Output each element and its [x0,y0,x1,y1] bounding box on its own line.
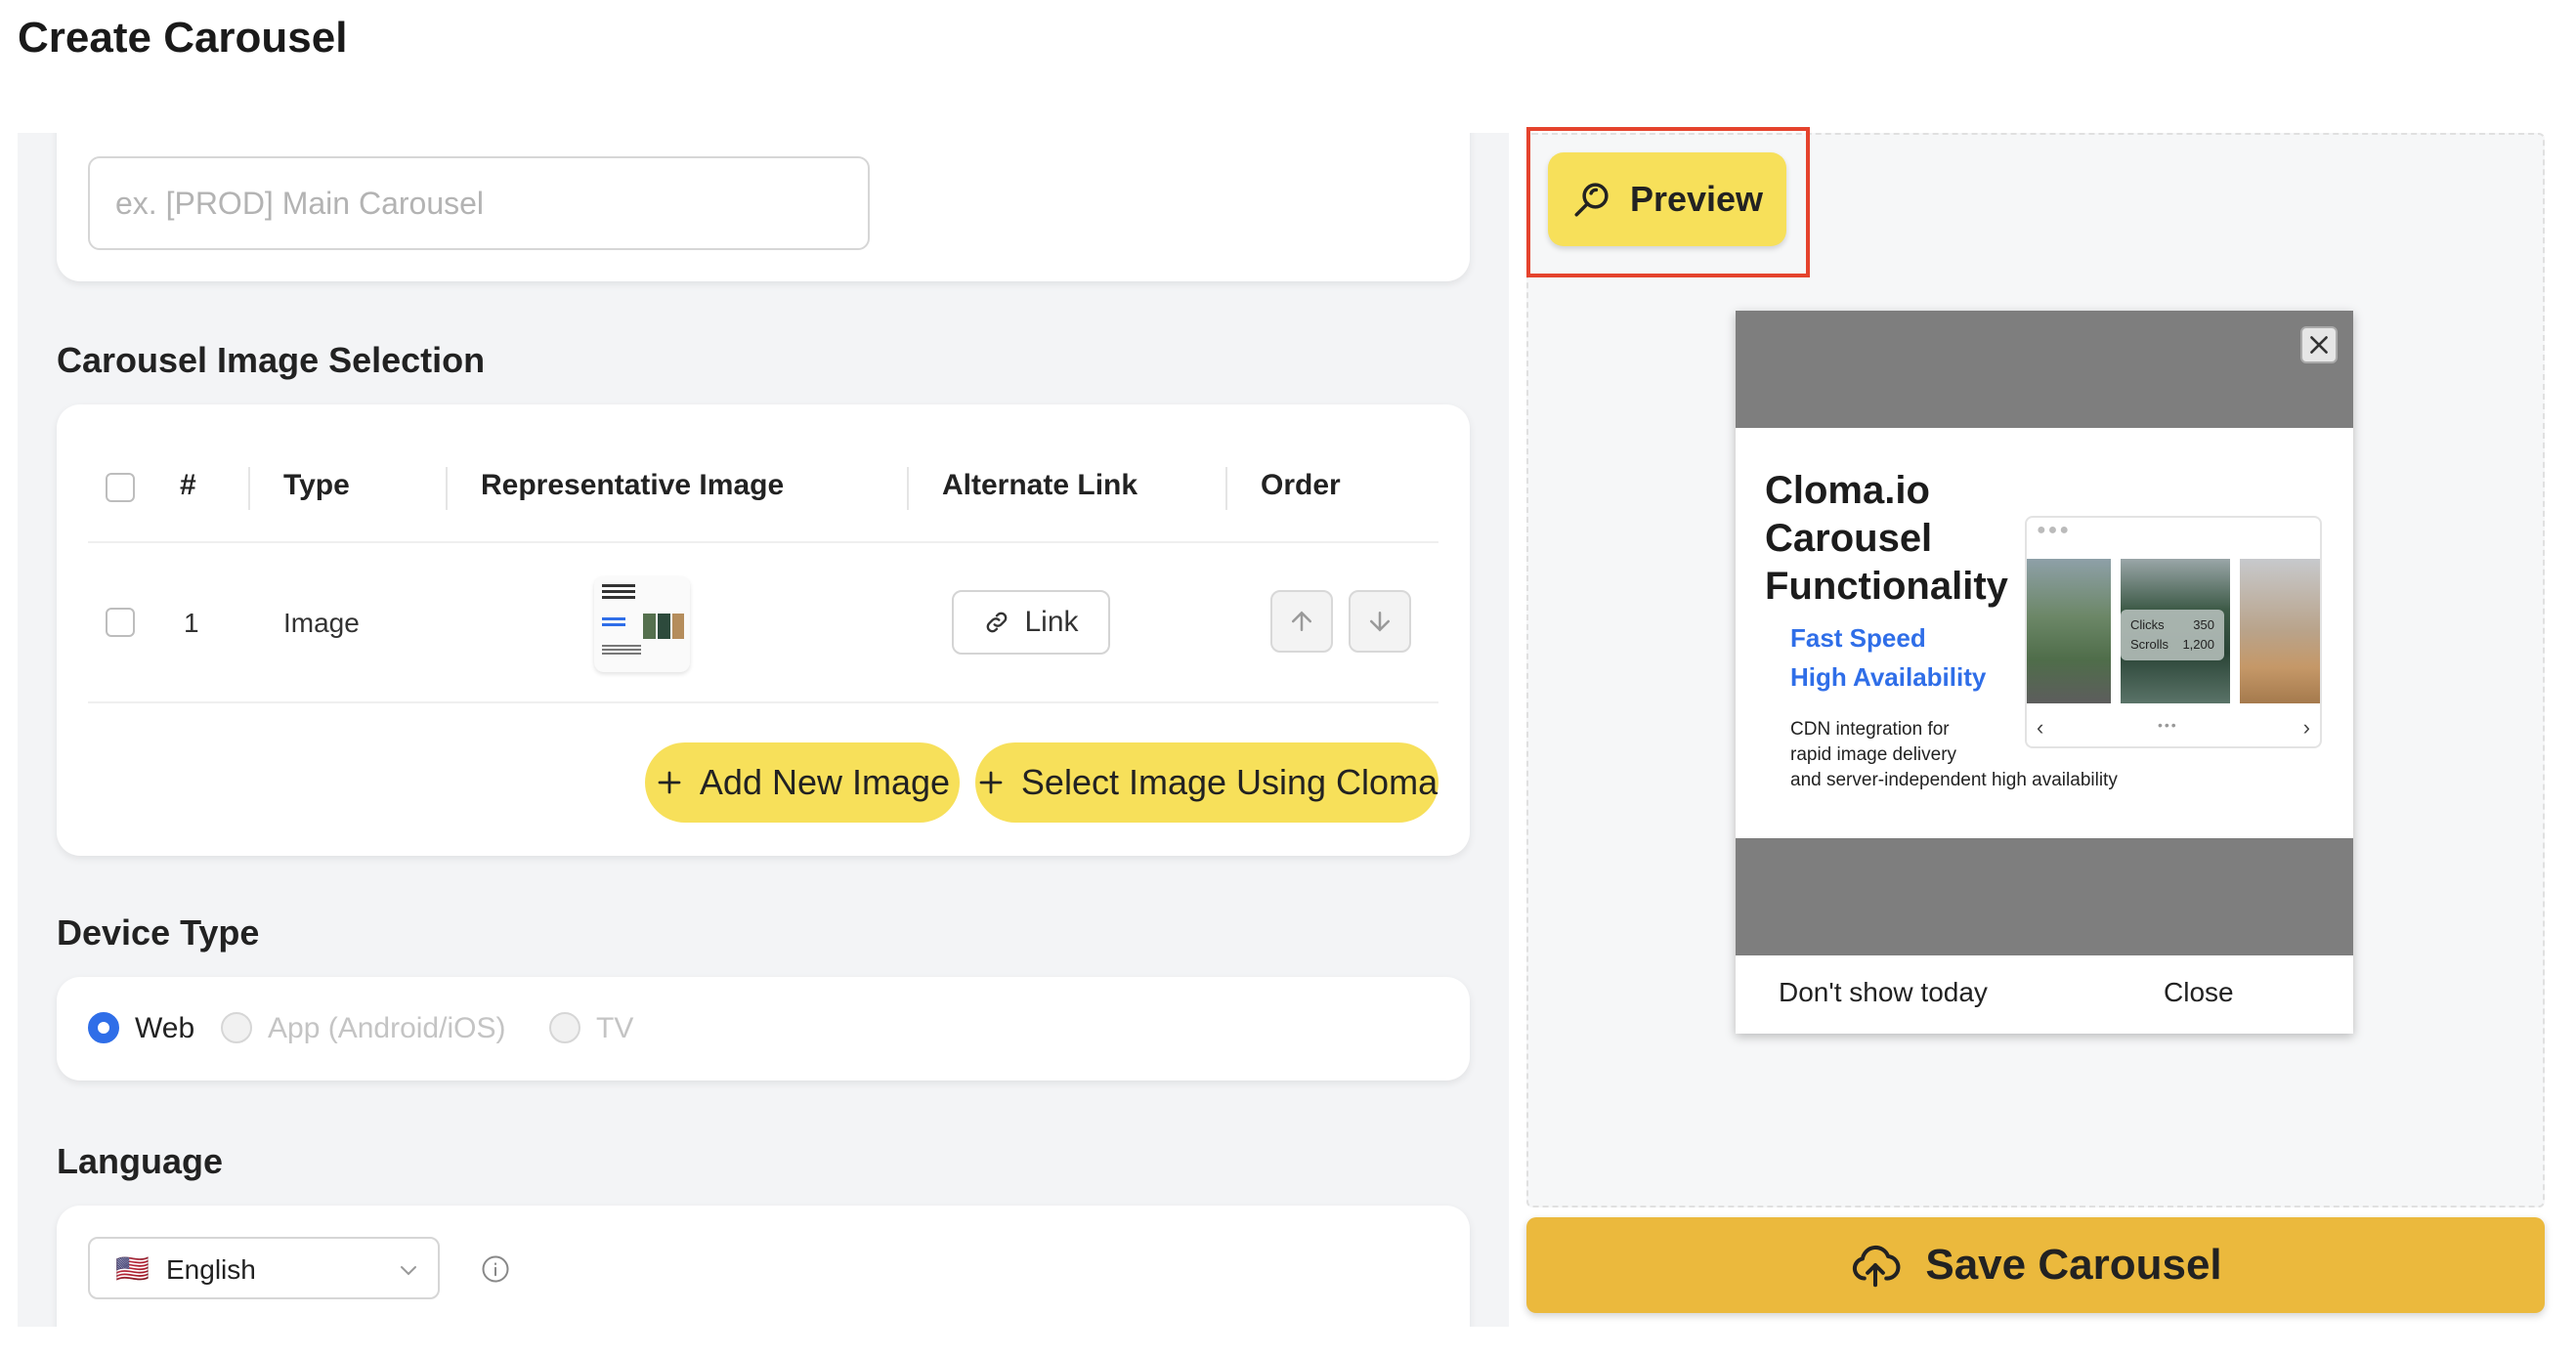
column-divider [907,467,909,510]
page-title: Create Carousel [18,14,348,62]
col-order-header: Order [1261,469,1341,501]
preview-highlight-box: Preview [1526,127,1810,277]
save-carousel-button[interactable]: Save Carousel [1526,1217,2545,1313]
col-type-header: Type [283,469,350,501]
dont-show-today-button[interactable]: Don't show today [1779,977,1988,1008]
column-divider [446,467,448,510]
table-row: 1 Image Link [88,541,1438,703]
us-flag-icon: 🇺🇸 [115,1253,150,1284]
link-icon [987,612,1008,633]
chevron-left-icon: ‹ [2037,715,2044,740]
language-card: 🇺🇸 English [57,1206,1470,1327]
col-index-header: # [180,469,196,501]
language-select[interactable]: 🇺🇸 English [88,1237,440,1299]
radio-tv-label: TV [596,1012,634,1044]
select-all-checkbox[interactable] [106,473,135,502]
stat-label: Scrolls [2130,637,2169,652]
image-selection-title: Carousel Image Selection [57,340,486,380]
modal-close-button[interactable] [2300,326,2338,363]
arrow-up-icon [1292,611,1311,631]
device-type-title: Device Type [57,912,260,953]
preview-panel: Preview Cloma.io Carousel Functionality … [1509,127,2558,1327]
popup-description-line: and server-independent high availability [1790,770,2118,790]
popup-footer: Don't show today Close [1736,955,2353,1034]
row-type: Image [283,608,360,638]
radio-tv[interactable] [549,1012,580,1043]
representative-image-thumbnail[interactable] [594,576,690,672]
stat-value: 350 [2193,617,2214,632]
carousel-name-input[interactable] [88,156,870,250]
form-panel: Carousel Image Selection # Type Represen… [18,133,1509,1327]
preview-button-label: Preview [1629,179,1764,219]
popup-description-line: CDN integration for [1790,719,1950,740]
image-selection-card: # Type Representative Image Alternate Li… [57,404,1470,856]
link-button-label: Link [1024,606,1079,638]
alternate-link-button[interactable]: Link [952,590,1110,655]
arrow-down-icon [1370,612,1390,632]
col-link-header: Alternate Link [942,469,1138,501]
popup-title-line: Cloma.io [1765,469,1930,512]
popup-title-line: Carousel [1765,517,1933,560]
stat-label: Clicks [2130,617,2165,632]
stat-value: 1,200 [2182,637,2214,652]
mini-image-desert [2240,559,2320,703]
column-divider [1225,467,1227,510]
move-up-button[interactable] [1270,590,1333,653]
window-dots-icon: ●●● [2037,522,2071,538]
table-header: # Type Representative Image Alternate Li… [88,455,1438,520]
col-image-header: Representative Image [481,469,785,501]
plus-icon [979,771,1003,794]
radio-app-label: App (Android/iOS) [268,1012,506,1044]
move-down-button[interactable] [1349,590,1411,653]
radio-web[interactable] [88,1012,119,1043]
select-image-cloma-label: Select Image Using Cloma [1020,762,1438,802]
mini-image-road [2027,559,2111,703]
add-new-image-button[interactable]: Add New Image [645,742,960,823]
mini-stats-overlay: Clicks 350 Scrolls 1,200 [2121,610,2224,660]
cloud-upload-icon [1853,1245,1901,1288]
chevron-right-icon: › [2302,715,2310,740]
plus-icon [658,771,681,794]
close-icon [2310,336,2328,354]
info-icon[interactable] [481,1254,510,1284]
column-divider [248,467,250,510]
mini-carousel: ●●● Clicks 350 Scrolls 1,200 ‹ ••• › [2025,516,2322,748]
popup-description-line: rapid image delivery [1790,744,1957,765]
radio-web-label: Web [135,1012,195,1044]
popup-title: Cloma.io Carousel Functionality [1765,467,2039,611]
popup-feature: High Availability [1790,662,1987,692]
popup-content: Cloma.io Carousel Functionality Fast Spe… [1736,428,2353,838]
popup-feature: Fast Speed [1790,623,1926,653]
popup-title-line: Functionality [1765,565,2008,608]
row-checkbox[interactable] [106,608,135,637]
popup-close-button[interactable]: Close [2164,977,2234,1008]
language-title: Language [57,1141,224,1181]
search-icon [1574,183,1609,217]
popup-preview: Cloma.io Carousel Functionality Fast Spe… [1736,311,2353,1034]
row-index: 1 [184,608,199,638]
preview-area: Preview Cloma.io Carousel Functionality … [1526,127,2545,1208]
device-type-card: Web App (Android/iOS) TV [57,977,1470,1081]
save-carousel-label: Save Carousel [1925,1241,2222,1289]
chevron-down-icon [401,1266,416,1276]
select-image-cloma-button[interactable]: Select Image Using Cloma [975,742,1438,823]
add-new-image-label: Add New Image [699,762,951,802]
preview-button[interactable]: Preview [1548,152,1786,246]
name-card [57,133,1470,281]
pager-dots-icon: ••• [2158,717,2178,733]
radio-app[interactable] [221,1012,252,1043]
language-selected-value: English [166,1254,256,1285]
